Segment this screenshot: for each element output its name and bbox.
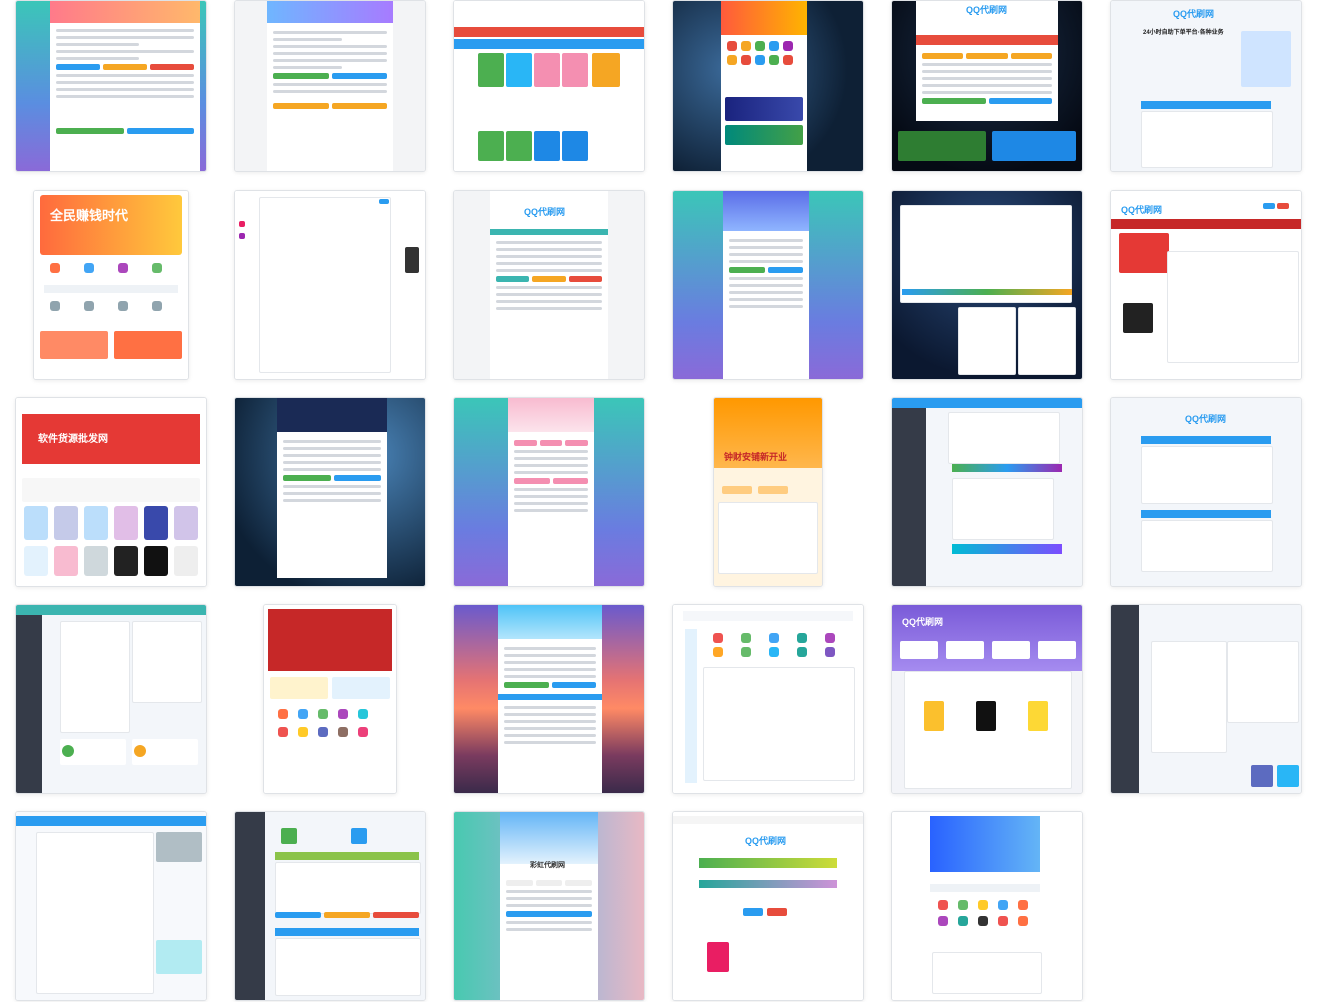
page-headline: 彩虹代刷网 (530, 862, 565, 869)
template-card-10[interactable] (672, 190, 864, 380)
template-card-25[interactable] (15, 811, 207, 1001)
template-card-15[interactable] (453, 397, 645, 587)
page-headline: 钟财安铺新开业 (724, 452, 788, 462)
template-card-12[interactable]: QQ代刷网 (1110, 190, 1302, 380)
template-card-4[interactable] (672, 0, 864, 172)
template-card-16[interactable]: 钟财安铺新开业 (713, 397, 823, 587)
template-card-3[interactable] (453, 0, 645, 172)
template-card-7[interactable]: 全民赚钱时代 (33, 190, 189, 380)
template-card-9[interactable]: QQ代刷网 (453, 190, 645, 380)
template-card-24[interactable] (1110, 604, 1302, 794)
site-logo: QQ代刷网 (1121, 205, 1163, 215)
template-card-1[interactable] (15, 0, 207, 172)
template-card-21[interactable] (453, 604, 645, 794)
template-card-27[interactable]: 彩虹代刷网 (453, 811, 645, 1001)
site-logo: QQ代刷网 (524, 207, 566, 217)
page-headline: 24小时自助下单平台·各种业务 (1143, 30, 1224, 36)
template-card-18[interactable]: QQ代刷网 (1110, 397, 1302, 587)
page-headline: 软件货源批发网 (38, 434, 108, 445)
template-card-8[interactable] (234, 190, 426, 380)
site-logo: QQ代刷网 (966, 5, 1008, 15)
page-headline: 全民赚钱时代 (50, 208, 129, 223)
site-logo: QQ代刷网 (1185, 414, 1227, 424)
template-card-11[interactable] (891, 190, 1083, 380)
template-card-17[interactable] (891, 397, 1083, 587)
template-card-29[interactable] (891, 811, 1083, 1001)
template-card-28[interactable]: QQ代刷网 (672, 811, 864, 1001)
template-card-13[interactable]: 软件货源批发网 (15, 397, 207, 587)
template-card-26[interactable] (234, 811, 426, 1001)
template-card-19[interactable] (15, 604, 207, 794)
template-card-22[interactable] (672, 604, 864, 794)
template-card-6[interactable]: QQ代刷网 24小时自助下单平台·各种业务 (1110, 0, 1302, 172)
site-logo: QQ代刷网 (902, 617, 944, 627)
template-card-20[interactable] (263, 604, 397, 794)
template-card-14[interactable] (234, 397, 426, 587)
site-logo: QQ代刷网 (745, 836, 787, 846)
template-card-5[interactable]: QQ代刷网 (891, 0, 1083, 172)
template-card-2[interactable] (234, 0, 426, 172)
site-logo: QQ代刷网 (1173, 9, 1215, 19)
template-card-23[interactable]: QQ代刷网 (891, 604, 1083, 794)
